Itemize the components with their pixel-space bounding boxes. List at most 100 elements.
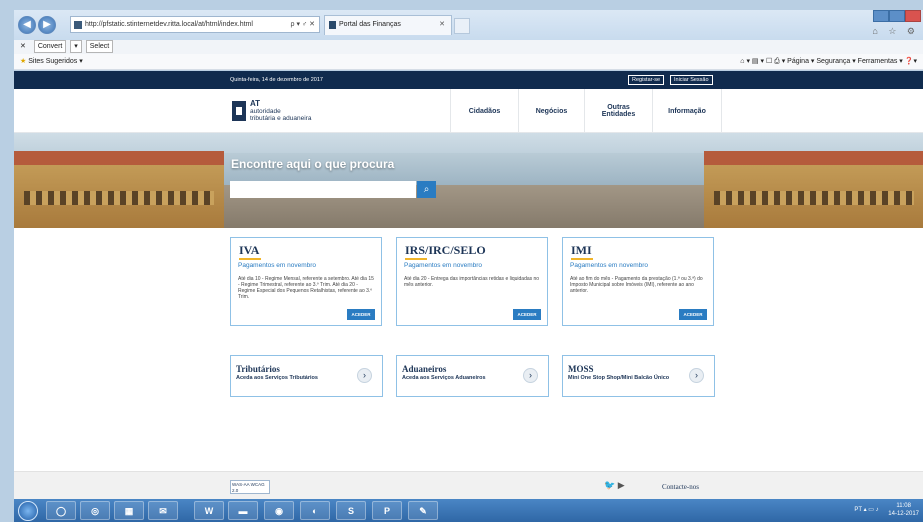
back-button[interactable]: ◀ [18,16,36,34]
address-url: http://pfstatic.stinternetdev.ritta.loca… [85,21,253,28]
start-button[interactable] [18,501,38,521]
site-favicon-icon [74,21,82,29]
service-moss[interactable]: MOSS Mini One Stop Shop/Mini Balcão Únic… [562,355,715,397]
web-page: Quinta-feira, 14 de dezembro de 2017 Reg… [14,71,923,499]
forward-button[interactable]: ▶ [38,16,56,34]
hero-arcade-left [24,191,214,205]
new-tab-button[interactable] [454,18,470,34]
menu-cidadaos[interactable]: Cidadãos [450,89,518,133]
window-controls [873,10,921,22]
browser-tab[interactable]: Portal das Finanças ✕ [324,15,452,35]
tray-icons[interactable]: ▴ ▭ ♪ [864,507,879,513]
help-icon[interactable]: ❓▾ [905,58,917,65]
hero-building-right [704,151,923,228]
select-button[interactable]: Select [85,40,114,53]
service-subtitle: Aceda aos Serviços Tributários [236,375,318,381]
service-aduaneiros[interactable]: Aduaneiros Aceda aos Serviços Aduaneiros… [396,355,549,397]
tools-menu[interactable]: Ferramentas ▾ [858,58,903,65]
aceder-button[interactable]: ACEDER [679,309,707,320]
ie-toolbar-right: ⌂ ▾ ▤ ▾ ☐ ⎙ ▾ Página ▾ Segurança ▾ Ferra… [740,54,917,70]
security-menu[interactable]: Segurança ▾ [816,58,855,65]
chevron-right-icon[interactable]: › [523,368,538,383]
card-irs-irc-selo: IRS/IRC/SELO Pagamentos em novembro Até … [396,237,548,326]
contact-link[interactable]: Contacte-nos [662,483,699,491]
current-date: Quinta-feira, 14 de dezembro de 2017 [230,77,323,83]
taskbar-app-3[interactable]: ▦ [114,501,144,520]
chevron-right-icon[interactable]: › [357,368,372,383]
tab-favicon-icon [329,21,336,29]
search-input[interactable] [230,181,416,198]
logo-line2: autoridade [250,108,281,115]
favorites-star-icon[interactable]: ★ [20,58,26,65]
taskbar-app-11[interactable]: ✎ [408,501,438,520]
service-subtitle: Mini One Stop Shop/Mini Balcão Único [568,375,670,381]
minimize-button[interactable] [873,10,889,22]
ie-toolbar-icons[interactable]: ⌂ ▾ ▤ ▾ ☐ ⎙ ▾ [740,58,787,65]
menu-informacao[interactable]: Informação [652,89,722,133]
maximize-button[interactable] [889,10,905,22]
taskbar-powerpoint-icon[interactable]: P [372,501,402,520]
favorites-bar: ★ Sites Sugeridos ▾ ⌂ ▾ ▤ ▾ ☐ ⎙ ▾ Página… [14,54,923,70]
taskbar-skype-icon[interactable]: S [336,501,366,520]
card-accent [405,258,427,260]
chevron-right-icon[interactable]: › [689,368,704,383]
card-title: IMI [571,243,592,257]
address-controls[interactable]: ρ ▾ ♂ ✕ [291,17,315,32]
top-band: Quinta-feira, 14 de dezembro de 2017 Reg… [14,71,923,89]
hero-building-left [14,151,224,228]
card-accent [239,258,261,260]
taskbar-app-1[interactable]: ◯ [46,501,76,520]
clock-date: 14-12-2017 [888,511,919,517]
at-logo-icon [232,101,246,121]
menu-outras-entidades[interactable]: Outras Entidades [584,89,652,133]
system-tray: PT ▴ ▭ ♪ 11:08 14-12-2017 [854,499,919,522]
card-iva: IVA Pagamentos em novembro Até dia 10 - … [230,237,382,326]
register-button[interactable]: Registar-se [628,75,665,85]
taskbar-chrome-icon[interactable]: ◉ [264,501,294,520]
card-text: Até dia 10 - Regime Mensal, referente a … [238,276,374,300]
home-star-gear-icons[interactable]: ⌂ ☆ ⚙ [872,26,919,37]
site-header: AT autoridade tributária e aduaneira Cid… [14,89,923,133]
tab-title: Portal das Finanças [339,21,401,28]
taskbar-app-6[interactable]: ▬ [228,501,258,520]
hero-title: Encontre aqui o que procura [231,157,395,171]
site-footer: WAS-AA WCAG 2.0 🐦 ▶ Contacte-nos [14,471,923,499]
convert-dropdown[interactable]: ▾ [70,40,82,53]
page-menu[interactable]: Página ▾ [787,58,814,65]
search-button[interactable]: ⌕ [417,181,436,198]
command-bar-close-icon[interactable]: ✕ [20,43,26,50]
taskbar-ie-icon[interactable]: ◎ [80,501,110,520]
card-text: Até dia 20 - Entrega das importâncias re… [404,276,540,288]
at-logo[interactable]: AT autoridade tributária e aduaneira [232,99,342,125]
service-title: MOSS [568,364,594,374]
tab-close-icon[interactable]: ✕ [439,16,445,34]
taskbar-firefox-icon[interactable]: ◐ [300,501,330,520]
social-icons[interactable]: 🐦 ▶ [604,480,625,491]
menu-negocios[interactable]: Negócios [518,89,584,133]
login-button[interactable]: Iniciar Sessão [670,75,713,85]
hero-banner: Encontre aqui o que procura ⌕ [14,133,923,228]
card-title: IRS/IRC/SELO [405,243,486,257]
convert-button[interactable]: Convert [33,40,67,53]
language-indicator[interactable]: PT [854,507,862,513]
search-icon: ⌕ [423,184,430,195]
service-tributarios[interactable]: Tributários Aceda aos Serviços Tributári… [230,355,383,397]
service-title: Tributários [236,364,280,374]
command-bar: ✕ Convert ▾ Select [14,40,923,54]
taskbar-word-icon[interactable]: W [194,501,224,520]
close-window-button[interactable] [905,10,921,22]
windows-taskbar: ◯ ◎ ▦ ✉ W ▬ ◉ ◐ S P ✎ PT ▴ ▭ ♪ 11:08 14-… [14,499,923,522]
card-subtitle: Pagamentos em novembro [570,262,649,269]
address-bar[interactable]: http://pfstatic.stinternetdev.ritta.loca… [70,16,320,33]
suggested-sites[interactable]: Sites Sugeridos ▾ [28,58,83,65]
accessibility-badge[interactable]: WAS-AA WCAG 2.0 [230,480,270,494]
desktop: ◀ ▶ http://pfstatic.stinternetdev.ritta.… [0,0,923,522]
clock[interactable]: 11:08 14-12-2017 [888,499,919,518]
clock-time: 11:08 [896,503,911,509]
aceder-button[interactable]: ACEDER [513,309,541,320]
card-imi: IMI Pagamentos em novembro Até ao fim do… [562,237,714,326]
taskbar-outlook-icon[interactable]: ✉ [148,501,178,520]
service-title: Aduaneiros [402,364,447,374]
aceder-button[interactable]: ACEDER [347,309,375,320]
logo-line3: tributária e aduaneira [250,115,312,122]
